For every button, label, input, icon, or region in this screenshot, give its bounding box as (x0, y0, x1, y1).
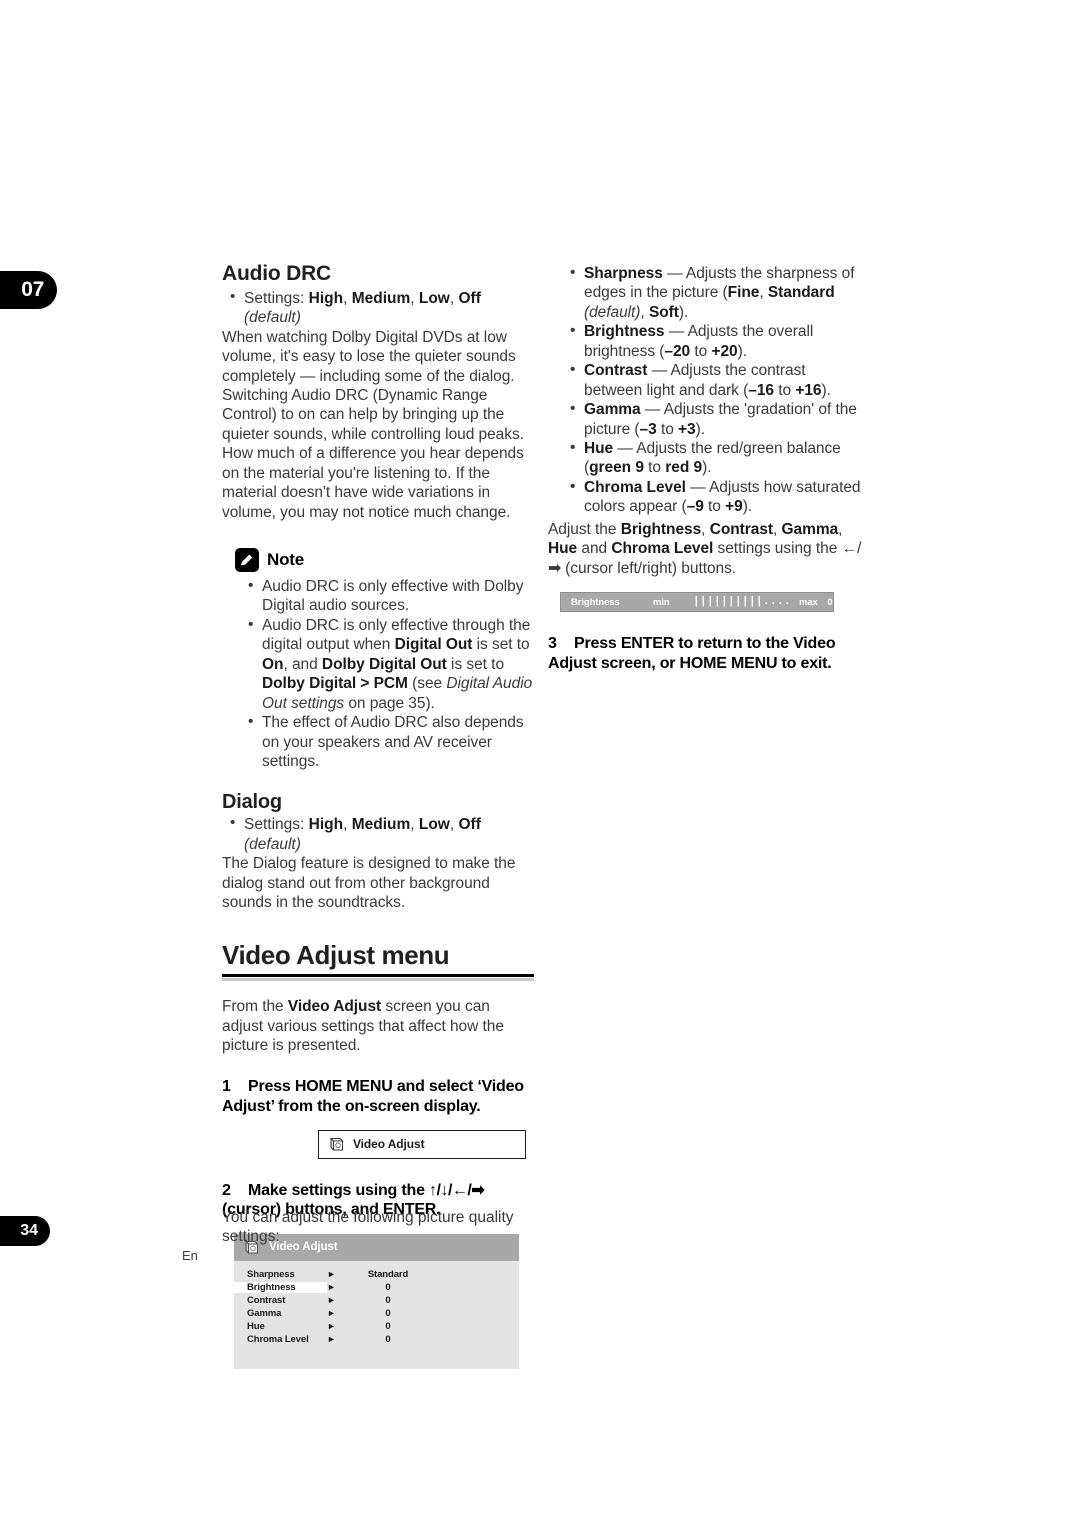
dialog-option-low: Low (418, 816, 450, 834)
page-language-code: En (182, 1248, 198, 1263)
note-header: Note (235, 548, 534, 573)
osd-row-value: 0 (385, 1307, 391, 1319)
pencil-icon (235, 548, 259, 573)
settings-prefix: Settings: (244, 289, 309, 307)
osd-row-gamma[interactable]: Gamma ► 0 (234, 1308, 519, 1320)
step-1-number: 1 (222, 1078, 231, 1096)
picture-settings-bullet-list: Sharpness — Adjusts the sharpness of edg… (548, 263, 866, 517)
osd-video-adjust-button[interactable]: Video Adjust (318, 1129, 526, 1159)
osd-row-label: Gamma (247, 1307, 282, 1319)
osd-row-label: Hue (247, 1320, 265, 1332)
manual-page: 07 Audio DRC Settings: High, Medium, Low… (0, 0, 1080, 1527)
osd-row-label: Chroma Level (247, 1333, 309, 1345)
left-column: Audio DRC Settings: High, Medium, Low, O… (222, 262, 534, 1369)
slider-max-label: max (799, 596, 818, 608)
osd-row-label: Brightness (234, 1281, 327, 1293)
step-1-text: Press HOME MENU and select ‘Video Adjust… (222, 1078, 524, 1115)
audio-drc-settings-line: Settings: High, Medium, Low, Off (defaul… (222, 288, 534, 328)
step-3-number: 3 (548, 635, 557, 653)
right-triangle-icon: ► (327, 1295, 336, 1306)
right-triangle-icon: ► (327, 1269, 336, 1280)
step-3: 3 Press ENTER to return to the Video Adju… (548, 634, 866, 673)
bullet-sharpness: Sharpness — Adjusts the sharpness of edg… (570, 263, 866, 322)
dialog-option-off: Off (458, 816, 481, 834)
osd-panel-body: Sharpness ► Standard Brightness ► 0 Cont… (234, 1260, 519, 1369)
step-2-text-before: Make settings using the (248, 1181, 430, 1199)
osd-row-value: 0 (385, 1281, 391, 1293)
osd-row-value: 0 (385, 1320, 391, 1332)
note-bullet-2: Audio DRC is only effective through the … (248, 615, 534, 713)
dialog-option-medium: Medium (351, 816, 411, 834)
audio-drc-body: When watching Dolby Digital DVDs at low … (222, 328, 524, 521)
chapter-number-tab: 07 (0, 271, 57, 309)
slider-min-label: min (653, 596, 670, 608)
right-triangle-icon: ► (327, 1321, 336, 1332)
dialog-body: The Dialog feature is designed to make t… (222, 855, 516, 912)
step-3-text: Press ENTER to return to the Video Adjus… (548, 635, 836, 672)
right-triangle-icon: ► (327, 1334, 336, 1345)
video-adjust-osd-panel[interactable]: Video Adjust Sharpness ► Standard Bright… (234, 1233, 519, 1369)
video-adjust-menu-title: Video Adjust menu (222, 939, 450, 970)
setting-option-medium: Medium (351, 289, 411, 307)
chapter-number: 07 (21, 278, 44, 301)
osd-row-value: 0 (385, 1333, 391, 1345)
osd-row-sharpness[interactable]: Sharpness ► Standard (234, 1269, 519, 1281)
osd-row-brightness[interactable]: Brightness ► 0 (234, 1281, 519, 1294)
note-bullet-list: Audio DRC is only effective with Dolby D… (222, 576, 534, 771)
right-column: Sharpness — Adjusts the sharpness of edg… (548, 263, 866, 673)
title-rule-thin (222, 978, 534, 982)
bullet-contrast: Contrast — Adjusts the contrast between … (570, 360, 866, 400)
osd-button-label: Video Adjust (353, 1137, 425, 1152)
slider-track: ||||||||||.......... (693, 596, 793, 609)
setting-option-off: Off (458, 289, 481, 307)
dialog-title: Dialog (222, 791, 282, 814)
setting-option-high: High (308, 289, 344, 307)
setting-default-note: (default) (244, 309, 301, 327)
bullet-chroma-level: Chroma Level — Adjusts how saturated col… (570, 477, 866, 517)
note-bullet-3: The effect of Audio DRC also depends on … (248, 712, 534, 771)
osd-row-hue[interactable]: Hue ► 0 (234, 1321, 519, 1333)
setting-option-low: Low (418, 289, 450, 307)
page-number: 34 (20, 1222, 38, 1239)
cursor-arrows-icon: ↑/↓/←/➡ (429, 1181, 485, 1199)
title-rule-thick (222, 974, 534, 978)
right-triangle-icon: ► (327, 1282, 336, 1293)
osd-row-value: Standard (367, 1268, 409, 1280)
osd-row-label: Contrast (247, 1294, 286, 1306)
page-title: Audio DRC (222, 262, 332, 285)
adjust-instructions: Adjust the Brightness, Contrast, Gamma, … (548, 520, 861, 578)
osd-row-label: Sharpness (247, 1268, 295, 1280)
osd-row-contrast[interactable]: Contrast ► 0 (234, 1295, 519, 1307)
dialog-option-high: High (308, 816, 344, 834)
disc-icon (329, 1136, 346, 1153)
slider-label: Brightness (571, 596, 620, 608)
dialog-settings-line: Settings: High, Medium, Low, Off (defaul… (222, 814, 534, 854)
step-2-number: 2 (222, 1181, 231, 1199)
bullet-gamma: Gamma — Adjusts the 'gradation' of the p… (570, 399, 866, 439)
osd-row-chroma-level[interactable]: Chroma Level ► 0 (234, 1334, 519, 1346)
osd-row-value: 0 (385, 1294, 391, 1306)
note-bullet-1: Audio DRC is only effective with Dolby D… (248, 576, 534, 616)
footer-lead-in-text: You can adjust the following picture qua… (222, 1209, 514, 1246)
page-number-tab: 34 (0, 1216, 50, 1246)
right-triangle-icon: ► (327, 1308, 336, 1319)
brightness-slider-graphic[interactable]: Brightness min ||||||||||.......... max … (560, 592, 834, 613)
dialog-settings-prefix: Settings: (244, 816, 309, 834)
dialog-default-note: (default) (244, 835, 301, 853)
slider-value: 0 (827, 596, 833, 608)
step-1: 1 Press HOME MENU and select ‘Video Adjus… (222, 1077, 534, 1116)
video-adjust-intro: From the Video Adjust screen you can adj… (222, 998, 504, 1055)
bullet-hue: Hue — Adjusts the red/green balance (gre… (570, 438, 866, 478)
note-label: Note (267, 550, 304, 570)
bullet-brightness: Brightness — Adjusts the overall brightn… (570, 321, 866, 361)
